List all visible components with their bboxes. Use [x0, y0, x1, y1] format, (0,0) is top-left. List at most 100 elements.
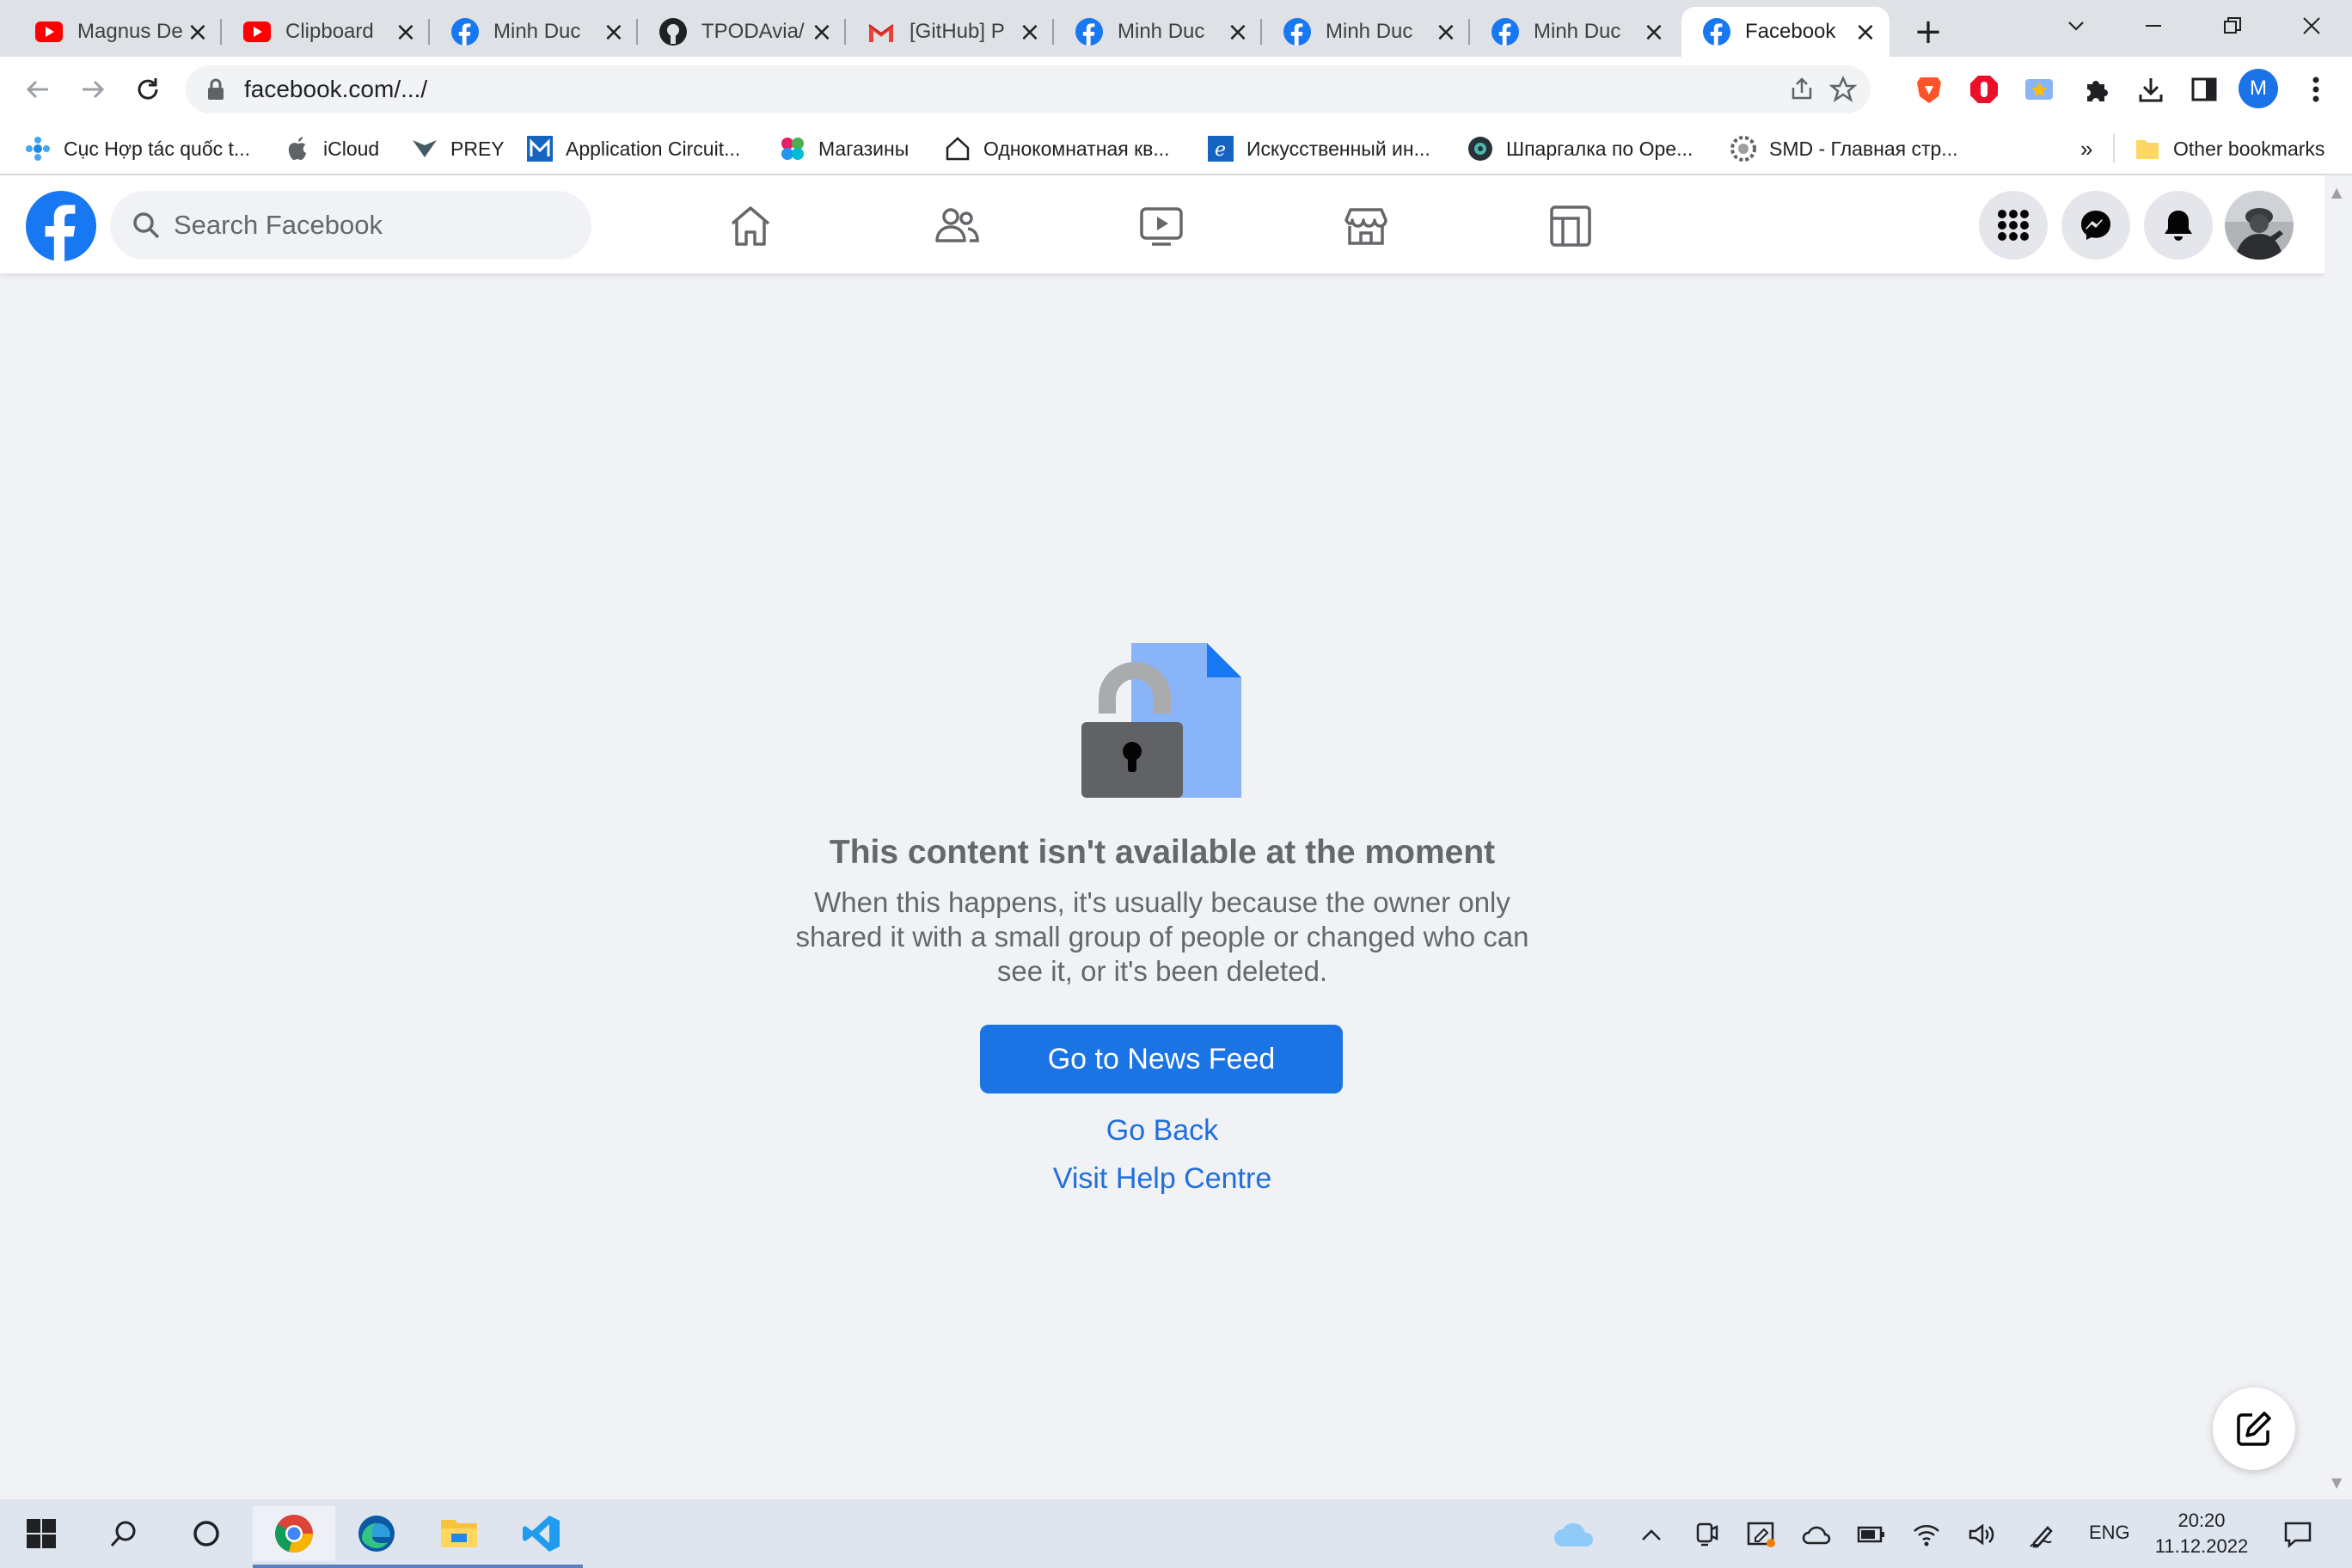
bookmark-item[interactable]: iCloud — [284, 132, 379, 165]
chrome-icon — [275, 1515, 313, 1553]
bookmark-item[interactable]: Магазины — [779, 132, 909, 165]
tab-title: Minh Duc — [1326, 20, 1413, 43]
browser-tab-active[interactable]: Facebook × — [1681, 7, 1890, 57]
bookmark-label: Однокомнатная кв... — [983, 137, 1170, 160]
browser-tab[interactable]: Clipboard × — [222, 7, 430, 57]
menu-kebab-icon[interactable] — [2299, 72, 2333, 107]
bookmarks-overflow-button[interactable]: » — [2080, 132, 2092, 165]
pen-workspace-icon[interactable] — [1743, 1516, 1779, 1553]
close-tab-icon[interactable]: × — [1640, 17, 1668, 47]
profile-avatar[interactable]: M — [2239, 69, 2278, 108]
scroll-up-icon[interactable]: ▲ — [2331, 184, 2342, 200]
browser-tab[interactable]: Minh Duc × — [1262, 7, 1470, 57]
reload-button[interactable] — [127, 69, 168, 110]
help-centre-link[interactable]: Visit Help Centre — [904, 1162, 1420, 1196]
locked-document-icon — [1081, 643, 1241, 798]
close-window-button[interactable] — [2282, 7, 2342, 45]
tab-title: Minh Duc — [493, 20, 581, 43]
menu-button[interactable] — [1979, 191, 2048, 260]
tab-search-button[interactable] — [2046, 7, 2106, 45]
bookmark-item[interactable]: Шпаргалка по Ope... — [1467, 132, 1693, 165]
other-bookmarks[interactable]: Other bookmarks — [2134, 132, 2324, 165]
account-avatar[interactable] — [2225, 191, 2294, 260]
taskbar-edge[interactable] — [335, 1506, 418, 1568]
bookmark-item[interactable]: Однокомнатная кв... — [944, 132, 1170, 165]
bookmark-label: Cục Hợp tác quốc t... — [64, 137, 251, 160]
forward-button[interactable] — [72, 69, 113, 110]
browser-tab[interactable]: [GitHub] P × — [846, 7, 1054, 57]
side-panel-icon[interactable] — [2187, 72, 2221, 107]
description-line: When this happens, it's usually because … — [814, 886, 1510, 918]
browser-tab[interactable]: Minh Duc × — [1470, 7, 1678, 57]
taskbar-vscode[interactable] — [500, 1506, 583, 1568]
go-to-news-feed-button[interactable]: Go to News Feed — [980, 1025, 1343, 1093]
pen-icon[interactable] — [2025, 1516, 2061, 1553]
facebook-logo-icon[interactable] — [26, 191, 96, 261]
taskbar-search-button[interactable] — [83, 1506, 165, 1561]
back-button[interactable] — [17, 69, 58, 110]
wifi-icon[interactable] — [1908, 1516, 1945, 1553]
nav-marketplace[interactable] — [1339, 199, 1393, 253]
address-bar[interactable]: facebook.com/.../ — [186, 65, 1871, 113]
browser-tab[interactable]: Minh Duc × — [430, 7, 638, 57]
house-icon — [944, 135, 971, 162]
tab-title: TPODAvia/ — [701, 20, 805, 43]
bookmarks-divider — [2113, 134, 2115, 163]
browser-tab[interactable]: Minh Duc × — [1054, 7, 1262, 57]
taskbar-chrome[interactable] — [253, 1506, 335, 1568]
action-center-icon[interactable] — [2280, 1516, 2316, 1553]
brave-icon[interactable] — [1912, 72, 1946, 107]
bookmark-item[interactable]: PREY — [411, 132, 505, 165]
arrow-right-icon — [83, 80, 105, 99]
messenger-button[interactable] — [2061, 191, 2130, 260]
extension-star-icon[interactable] — [2022, 72, 2056, 107]
minimize-button[interactable] — [2123, 7, 2184, 45]
bookmark-star-icon[interactable] — [1828, 74, 1859, 105]
new-message-button[interactable] — [2213, 1387, 2295, 1470]
battery-icon[interactable] — [1853, 1516, 1890, 1553]
facebook-search[interactable] — [110, 191, 591, 260]
share-icon[interactable] — [1786, 74, 1817, 105]
input-language[interactable]: ENG — [2089, 1522, 2130, 1544]
new-tab-button[interactable]: + — [1908, 12, 1948, 52]
start-button[interactable] — [0, 1506, 83, 1561]
page-scrollbar[interactable]: ▲ ▼ — [2324, 175, 2352, 1499]
nav-watch[interactable] — [1135, 199, 1188, 253]
browser-tab[interactable]: Magnus De × — [14, 7, 222, 57]
chevron-up-icon[interactable] — [1633, 1516, 1669, 1553]
cloud-icon[interactable] — [1798, 1516, 1834, 1553]
close-tab-icon[interactable]: × — [1016, 17, 1044, 47]
adblock-icon[interactable] — [1967, 72, 2001, 107]
nav-friends[interactable] — [930, 199, 983, 253]
download-icon[interactable] — [2134, 72, 2168, 107]
compose-icon — [2237, 1412, 2271, 1446]
cortana-button[interactable] — [165, 1506, 248, 1561]
nav-gaming[interactable] — [1544, 199, 1597, 253]
windows-logo-icon — [27, 1519, 56, 1548]
notifications-button[interactable] — [2144, 191, 2213, 260]
bookmark-item[interactable]: Cục Hợp tác quốc t... — [24, 132, 250, 165]
bookmark-item[interactable]: e Искусственный ин... — [1207, 132, 1430, 165]
bookmark-item[interactable]: Application Circuit... — [526, 132, 740, 165]
restore-button[interactable] — [2202, 7, 2263, 45]
clock-date: 11.12.2022 — [2154, 1535, 2249, 1557]
browser-tab[interactable]: TPODAvia/ × — [638, 7, 846, 57]
volume-icon[interactable] — [1963, 1516, 2000, 1553]
bookmark-item[interactable]: SMD - Главная стр... — [1730, 132, 1957, 165]
close-tab-icon[interactable]: × — [392, 17, 420, 47]
taskbar-clock[interactable]: 20:20 11.12.2022 — [2146, 1508, 2257, 1559]
webcam-icon[interactable] — [1688, 1516, 1724, 1553]
close-tab-icon[interactable]: × — [600, 17, 628, 47]
close-tab-icon[interactable]: × — [808, 17, 836, 47]
nav-home[interactable] — [724, 199, 777, 253]
go-back-link[interactable]: Go Back — [904, 1114, 1420, 1148]
taskbar-file-explorer[interactable] — [418, 1506, 500, 1568]
close-tab-icon[interactable]: × — [1432, 17, 1460, 47]
close-tab-icon[interactable]: × — [1224, 17, 1252, 47]
onedrive-icon[interactable] — [1551, 1516, 1597, 1553]
extensions-puzzle-icon[interactable] — [2079, 72, 2113, 107]
close-tab-icon[interactable]: × — [1852, 17, 1879, 47]
search-input[interactable] — [174, 210, 569, 241]
scroll-down-icon[interactable]: ▼ — [2331, 1474, 2342, 1491]
close-tab-icon[interactable]: × — [184, 17, 211, 47]
